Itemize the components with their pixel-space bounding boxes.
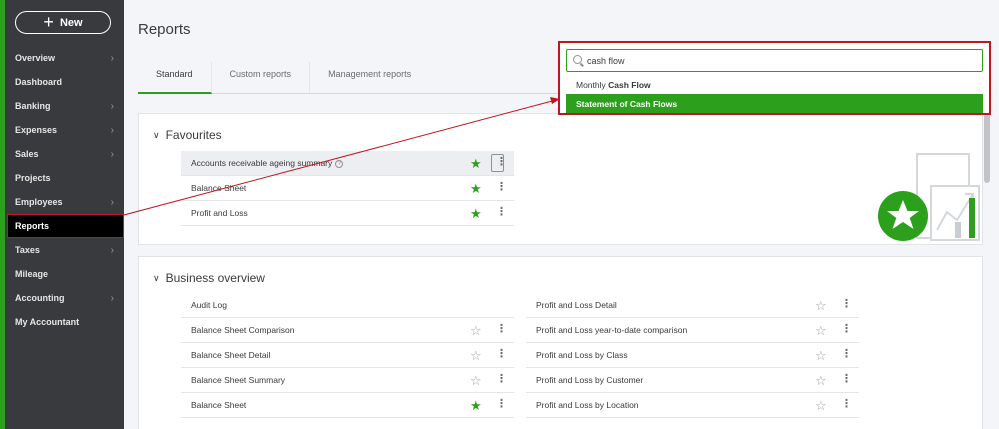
sidebar-item-projects[interactable]: Projects: [5, 166, 124, 190]
report-search-input[interactable]: cash flow: [566, 49, 983, 72]
more-vertical-icon[interactable]: ⋮: [496, 374, 507, 385]
star-outline-icon[interactable]: ☆: [815, 399, 827, 412]
more-vertical-icon[interactable]: ⋮: [841, 324, 852, 335]
favourite-row[interactable]: Accounts receivable ageing summary? ★ ⋮: [181, 151, 514, 176]
sidebar-item-expenses[interactable]: Expenses ›: [5, 118, 124, 142]
more-vertical-icon[interactable]: ⋮: [841, 299, 852, 310]
sidebar: + New Overview › Dashboard Banking › Expen…: [0, 0, 124, 429]
report-row[interactable]: Audit Log: [181, 293, 514, 318]
new-button-label: New: [59, 16, 83, 29]
more-vertical-icon[interactable]: ⋮: [496, 157, 507, 168]
favourites-card: ∨ Favourites Accounts receivable ageing …: [138, 113, 983, 245]
report-row[interactable]: Profit and Loss by Customer ☆ ⋮: [526, 368, 859, 393]
search-result-monthly-cash-flow[interactable]: Monthly Cash Flow: [566, 75, 983, 94]
sidebar-item-overview[interactable]: Overview ›: [5, 46, 124, 70]
star-outline-icon[interactable]: ☆: [470, 324, 482, 337]
sidebar-item-employees[interactable]: Employees ›: [5, 190, 124, 214]
sidebar-item-dashboard[interactable]: Dashboard: [5, 70, 124, 94]
star-filled-icon[interactable]: ★: [470, 399, 482, 412]
chevron-right-icon: ›: [110, 292, 114, 304]
sidebar-item-sales[interactable]: Sales ›: [5, 142, 124, 166]
chevron-right-icon: ›: [110, 52, 114, 64]
report-search-panel: cash flow Monthly Cash Flow Statement of…: [558, 41, 991, 115]
more-vertical-icon[interactable]: ⋮: [841, 349, 852, 360]
sidebar-item-mileage[interactable]: Mileage: [5, 262, 124, 286]
chevron-right-icon: ›: [110, 244, 114, 256]
report-row[interactable]: Balance Sheet Detail ☆ ⋮: [181, 343, 514, 368]
report-row[interactable]: Balance Sheet ★ ⋮: [181, 393, 514, 418]
star-filled-icon[interactable]: ★: [470, 182, 482, 195]
business-overview-header[interactable]: ∨ Business overview: [153, 271, 265, 285]
sidebar-nav: Overview › Dashboard Banking › Expenses › S…: [5, 46, 124, 334]
report-row[interactable]: Profit and Loss by Class ☆ ⋮: [526, 343, 859, 368]
star-outline-icon[interactable]: ☆: [815, 374, 827, 387]
sidebar-item-banking[interactable]: Banking ›: [5, 94, 124, 118]
search-icon: [573, 55, 582, 64]
help-icon[interactable]: ?: [335, 159, 344, 168]
report-row[interactable]: Profit and Loss Detail ☆ ⋮: [526, 293, 859, 318]
report-row[interactable]: Balance Sheet Comparison ☆ ⋮: [181, 318, 514, 343]
more-vertical-icon[interactable]: ⋮: [496, 182, 507, 193]
more-vertical-icon[interactable]: ⋮: [496, 207, 507, 218]
favourites-illustration: [878, 153, 980, 241]
more-vertical-icon[interactable]: ⋮: [496, 324, 507, 335]
tab-standard[interactable]: Standard: [138, 62, 212, 94]
star-outline-icon[interactable]: ☆: [815, 324, 827, 337]
star-outline-icon[interactable]: ☆: [470, 349, 482, 362]
more-vertical-icon[interactable]: ⋮: [496, 349, 507, 360]
star-outline-icon[interactable]: ☆: [815, 349, 827, 362]
favourite-row[interactable]: Profit and Loss ★ ⋮: [181, 201, 514, 226]
search-result-statement-of-cash-flows[interactable]: Statement of Cash Flows: [566, 94, 983, 113]
plus-icon: +: [43, 11, 54, 32]
chevron-right-icon: ›: [110, 196, 114, 208]
tab-custom-reports[interactable]: Custom reports: [212, 62, 311, 94]
report-row[interactable]: Balance Sheet Summary ☆ ⋮: [181, 368, 514, 393]
star-outline-icon[interactable]: ☆: [470, 374, 482, 387]
scrollbar-thumb[interactable]: [984, 113, 990, 183]
more-vertical-icon[interactable]: ⋮: [841, 399, 852, 410]
chevron-right-icon: ›: [110, 148, 114, 160]
sidebar-item-my-accountant[interactable]: My Accountant: [5, 310, 124, 334]
favourites-header[interactable]: ∨ Favourites: [153, 128, 222, 142]
sidebar-item-accounting[interactable]: Accounting ›: [5, 286, 124, 310]
star-filled-icon[interactable]: ★: [470, 157, 482, 170]
chevron-down-icon: ∨: [153, 129, 160, 140]
report-row[interactable]: Profit and Loss by Location ☆ ⋮: [526, 393, 859, 418]
page-title: Reports: [138, 21, 191, 38]
business-overview-card: ∨ Business overview Audit Log Balance Sh…: [138, 256, 983, 429]
tab-management-reports[interactable]: Management reports: [310, 62, 429, 94]
sidebar-item-taxes[interactable]: Taxes ›: [5, 238, 124, 262]
favourite-row[interactable]: Balance Sheet ★ ⋮: [181, 176, 514, 201]
scrollbar[interactable]: [984, 95, 990, 429]
more-vertical-icon[interactable]: ⋮: [841, 374, 852, 385]
new-button[interactable]: + New: [15, 11, 111, 34]
star-outline-icon[interactable]: ☆: [815, 299, 827, 312]
report-row[interactable]: Profit and Loss year-to-date comparison …: [526, 318, 859, 343]
more-vertical-icon[interactable]: ⋮: [496, 399, 507, 410]
chevron-right-icon: ›: [110, 124, 114, 136]
sidebar-item-reports[interactable]: Reports: [7, 214, 124, 238]
chevron-down-icon: ∨: [153, 272, 160, 283]
star-filled-icon[interactable]: ★: [470, 207, 482, 220]
chevron-right-icon: ›: [110, 100, 114, 112]
